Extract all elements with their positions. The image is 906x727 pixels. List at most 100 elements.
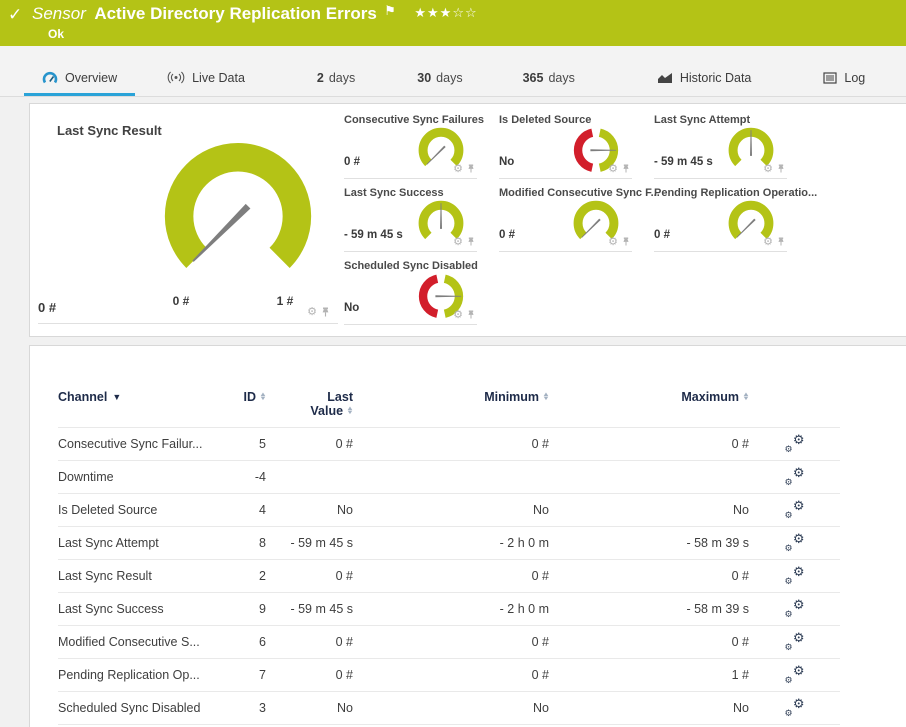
gauge-consecutive-sync-failures[interactable]: Consecutive Sync Failures 0 # ⚙ [344, 106, 484, 179]
minimum: 0 # [353, 427, 549, 461]
gauge-last-sync-result[interactable]: Last Sync Result 0 # 1 # 0 # ⚙ [38, 110, 338, 324]
col-header-id[interactable]: ID ▲ ▼ [232, 390, 267, 428]
main-gauge [164, 143, 312, 268]
gauge-value: 0 # [499, 229, 515, 241]
gear-icon[interactable]: ⚙ [608, 162, 618, 175]
gauge-scale-max: 1 # [276, 294, 294, 308]
col-header-channel[interactable]: Channel ▼ [58, 390, 232, 428]
channel-name[interactable]: Last Sync Attempt [58, 526, 232, 560]
tab-num: 365 [522, 70, 544, 85]
gear-icon[interactable]: ⚙ [307, 305, 317, 318]
col-header-last-value[interactable]: Last Value ▲ ▼ [266, 390, 354, 428]
table-row[interactable]: Is Deleted Source 4 No No No ⚙ ⚙ [58, 493, 840, 527]
tab-30-days[interactable]: 30 days [399, 62, 480, 96]
channel-name[interactable]: Consecutive Sync Failur... [58, 427, 232, 461]
status-ok-check-icon: ✓ [8, 5, 23, 24]
minimum: 0 # [353, 559, 549, 593]
gauge-icon [42, 71, 58, 85]
table-row[interactable]: Last Sync Success 9 - 59 m 45 s - 2 h 0 … [58, 592, 840, 626]
gauge-last-sync-success[interactable]: Last Sync Success - 59 m 45 s ⚙ [344, 179, 477, 252]
channel-settings-icon[interactable]: ⚙ ⚙ [785, 564, 805, 586]
gear-icon[interactable]: ⚙ [453, 235, 463, 248]
pin-icon[interactable] [777, 236, 785, 247]
channel-settings-icon[interactable]: ⚙ ⚙ [785, 597, 805, 619]
table-row[interactable]: Scheduled Sync Disabled 3 No No No ⚙ ⚙ [58, 691, 840, 725]
table-row[interactable]: Downtime -4 ⚙ ⚙ [58, 460, 840, 494]
table-row[interactable]: Modified Consecutive S... 6 0 # 0 # 0 # … [58, 625, 840, 659]
gear-icon[interactable]: ⚙ [453, 162, 463, 175]
channel-id: 5 [232, 427, 266, 461]
flag-icon[interactable]: ⚑ [384, 3, 396, 18]
tab-label: Historic Data [679, 70, 752, 85]
minimum: - 2 h 0 m [353, 592, 549, 626]
table-row[interactable]: Last Sync Attempt 8 - 59 m 45 s - 2 h 0 … [58, 526, 840, 560]
channel-name[interactable]: Last Sync Result [58, 559, 232, 593]
gauge-value: - 59 m 45 s [344, 229, 403, 241]
table-row[interactable]: Pending Replication Op... 7 0 # 0 # 1 # … [58, 658, 840, 692]
gear-icon[interactable]: ⚙ [453, 308, 463, 321]
col-header-minimum[interactable]: Minimum ▲ ▼ [353, 390, 550, 428]
channel-name[interactable]: Pending Replication Op... [58, 658, 232, 692]
col-header-maximum[interactable]: Maximum ▲ ▼ [549, 390, 750, 428]
tab-label: Overview [65, 70, 118, 85]
table-header-row: Channel ▼ ID ▲ ▼ Last Value ▲ ▼ Minimum ▲ ▼ Maxi… [58, 390, 840, 428]
channel-name[interactable]: Last Sync Success [58, 592, 232, 626]
pin-icon[interactable] [467, 163, 475, 174]
table-row[interactable]: Consecutive Sync Failur... 5 0 # 0 # 0 #… [58, 427, 840, 461]
gauge-scheduled-sync-disabled[interactable]: Scheduled Sync Disabled No ⚙ [344, 252, 478, 325]
channel-settings-icon[interactable]: ⚙ ⚙ [785, 663, 805, 685]
maximum: No [549, 691, 749, 725]
tab-log[interactable]: Log [805, 62, 883, 96]
priority-rating[interactable]: ★★★☆☆ [414, 5, 477, 20]
minimum: - 2 h 0 m [353, 526, 549, 560]
pin-icon[interactable] [467, 236, 475, 247]
tab-num: 30 [417, 70, 432, 85]
channel-name[interactable]: Is Deleted Source [58, 493, 232, 527]
channel-settings-icon[interactable]: ⚙ ⚙ [785, 630, 805, 652]
gauge-is-deleted-source[interactable]: Is Deleted Source No ⚙ [499, 106, 632, 179]
channel-settings-icon[interactable]: ⚙ ⚙ [785, 432, 805, 454]
sorted-desc-icon: ▼ [112, 392, 122, 402]
channel-id: 6 [232, 625, 266, 659]
channel-settings-icon[interactable]: ⚙ ⚙ [785, 531, 805, 553]
tab-2-days[interactable]: 2 days [299, 62, 373, 96]
minimum: No [353, 691, 549, 725]
tab-label: days [328, 70, 356, 85]
gauge-last-sync-attempt[interactable]: Last Sync Attempt - 59 m 45 s ⚙ [654, 106, 787, 179]
col-header-actions [749, 390, 840, 428]
channel-name[interactable]: Downtime [58, 460, 232, 494]
channel-settings-icon[interactable]: ⚙ ⚙ [785, 498, 805, 520]
channel-id: 2 [232, 559, 266, 593]
gauge-modified-consecutive-sync-failures[interactable]: Modified Consecutive Sync F... 0 # ⚙ [499, 179, 660, 252]
gauge-pending-replication-operations[interactable]: Pending Replication Operatio... 0 # ⚙ [654, 179, 817, 252]
gear-icon[interactable]: ⚙ [763, 162, 773, 175]
tab-live-data[interactable]: Live Data [149, 62, 263, 96]
channel-id: 4 [232, 493, 266, 527]
pin-icon[interactable] [321, 306, 330, 318]
channels-table-panel: Channel ▼ ID ▲ ▼ Last Value ▲ ▼ Minimum ▲ ▼ Maxi… [29, 345, 906, 727]
tab-label: Live Data [192, 70, 245, 85]
pin-icon[interactable] [622, 236, 630, 247]
stars-empty[interactable]: ☆☆ [452, 5, 477, 20]
tab-overview[interactable]: Overview [24, 62, 136, 96]
gear-icon[interactable]: ⚙ [608, 235, 618, 248]
channel-settings-icon[interactable]: ⚙ ⚙ [785, 465, 805, 487]
pin-icon[interactable] [777, 163, 785, 174]
last-value: 0 # [266, 658, 353, 692]
tab-365-days[interactable]: 365 days [505, 62, 593, 96]
gauge-value: 0 # [344, 156, 360, 168]
pin-icon[interactable] [467, 309, 475, 320]
channel-name[interactable]: Scheduled Sync Disabled [58, 691, 232, 725]
channel-name[interactable]: Modified Consecutive S... [58, 625, 232, 659]
gear-icon[interactable]: ⚙ [763, 235, 773, 248]
maximum: 0 # [549, 625, 749, 659]
sort-icon: ▲ ▼ [346, 406, 354, 416]
tab-historic-data[interactable]: Historic Data [639, 62, 770, 96]
last-value [266, 460, 353, 494]
gauges-panel: Last Sync Result 0 # 1 # 0 # ⚙ Consecuti… [29, 103, 906, 337]
channel-settings-icon[interactable]: ⚙ ⚙ [785, 696, 805, 718]
pin-icon[interactable] [622, 163, 630, 174]
stars-filled[interactable]: ★★★ [414, 5, 452, 20]
channel-id: 8 [232, 526, 266, 560]
table-row[interactable]: Last Sync Result 2 0 # 0 # 0 # ⚙ ⚙ [58, 559, 840, 593]
